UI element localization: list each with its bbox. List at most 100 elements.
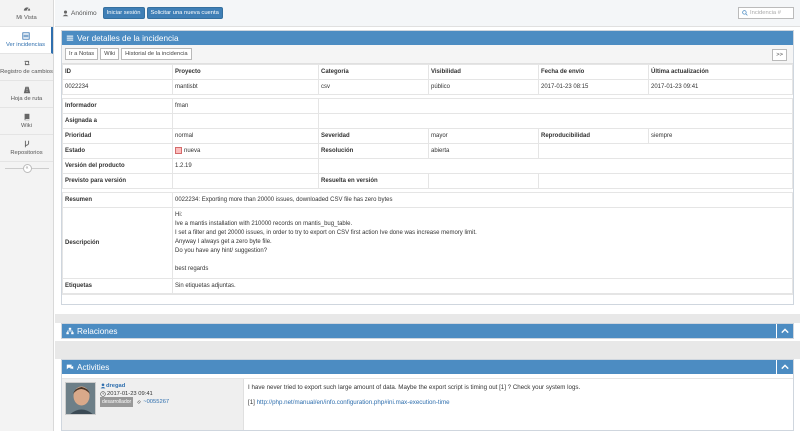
- note-permalink[interactable]: ~0055267: [143, 398, 169, 406]
- description-line: Anyway I always get a zero byte file.: [175, 239, 272, 245]
- signup-button[interactable]: Solicitar una nueva cuenta: [146, 7, 223, 19]
- description-value: Hi: Ive a mantis installation with 21000…: [172, 207, 793, 279]
- activity-note: dregad 2017-01-23 09:41 desarrollador ~0…: [62, 378, 793, 430]
- resolution-label: Resolución: [318, 143, 429, 159]
- empty-cell: [538, 173, 793, 189]
- sidebar-item-label: Ver incidencias: [6, 42, 45, 48]
- collapse-toggle[interactable]: [776, 360, 793, 374]
- issue-search-input[interactable]: Incidencia #: [738, 7, 794, 19]
- widget-title: Activities: [77, 362, 110, 372]
- description-line: I set a filter and get 20000 issues, in …: [175, 230, 477, 236]
- note-author[interactable]: dregad: [100, 382, 169, 390]
- target-version-value: [172, 173, 319, 189]
- login-button[interactable]: Iniciar sesión: [102, 7, 145, 19]
- description-line: Do you have any hint/ suggestion?: [175, 248, 268, 254]
- next-issue-button[interactable]: >>: [772, 49, 787, 61]
- resolution-value: abierta: [428, 143, 539, 159]
- sidebar-item-label: Mi Vista: [16, 15, 37, 21]
- goto-notes-button[interactable]: Ir a Notas: [65, 48, 99, 60]
- issue-history-button[interactable]: Historial de la incidencia: [121, 48, 192, 60]
- col-category: Categoría: [318, 64, 429, 80]
- note-role-line: desarrollador ~0055267: [100, 397, 169, 407]
- details-footer: [62, 294, 793, 304]
- status-color-box: [175, 147, 182, 155]
- widget-toolbar: Ir a Notas Wiki Historial de la incidenc…: [62, 45, 793, 64]
- reproducibility-value: siempre: [648, 128, 793, 144]
- product-version-value: 1.2.19: [172, 158, 319, 174]
- status-value: nueva: [172, 143, 319, 159]
- chevron-up-icon: [781, 364, 789, 370]
- description-line: best regards: [175, 266, 209, 272]
- widget-title: Relaciones: [77, 326, 118, 336]
- target-version-label: Previsto para versión: [62, 173, 173, 189]
- issue-details-table: ID Proyecto Categoría Visibilidad Fecha …: [62, 64, 793, 294]
- issue-submitted: 2017-01-23 08:15: [538, 79, 649, 95]
- avatar[interactable]: [65, 382, 96, 415]
- code-fork-icon: [24, 140, 29, 148]
- sidebar-item-wiki[interactable]: Wiki: [0, 108, 53, 135]
- road-icon: [23, 86, 30, 94]
- fixed-version-label: Resuelta en versión: [318, 173, 429, 189]
- double-angle-left-icon: «: [22, 163, 32, 173]
- note-reference: [1] http://php.net/manual/en/info.config…: [248, 399, 789, 414]
- link-icon: [137, 399, 142, 405]
- status-row: Estado nueva Resolución abierta: [62, 143, 793, 159]
- sidebar-collapse-toggle[interactable]: «: [0, 162, 53, 174]
- user-info: Anónimo: [62, 10, 97, 17]
- priority-row: Prioridad normal Severidad mayor Reprodu…: [62, 128, 793, 144]
- tags-label: Etiquetas: [62, 278, 173, 294]
- issue-visibility: público: [428, 79, 539, 95]
- widget-header[interactable]: Activities: [62, 360, 793, 374]
- book-icon: [24, 113, 29, 121]
- sidebar-item-label: Repositorios: [10, 150, 43, 156]
- issue-project: mantisbt: [172, 79, 319, 95]
- severity-label: Severidad: [318, 128, 429, 144]
- widget-header[interactable]: Relaciones: [62, 324, 793, 338]
- empty-cell: [318, 158, 793, 174]
- sitemap-icon: [66, 327, 74, 335]
- note-content: I have never tried to export such large …: [244, 379, 793, 430]
- status-text: nueva: [184, 148, 201, 155]
- reporter-row: Informador fman: [62, 98, 793, 114]
- widget-title: Ver detalles de la incidencia: [77, 33, 179, 43]
- comments-icon: [66, 364, 74, 370]
- summary-label: Resumen: [62, 192, 173, 208]
- empty-cell: [318, 113, 793, 129]
- widget-header: Ver detalles de la incidencia: [62, 31, 793, 45]
- activities-widget: Activities dregad 2017-01-23 09:41 desar…: [61, 359, 794, 431]
- values-row: 0022234 mantisbt csv público 2017-01-23 …: [62, 79, 793, 95]
- description-padding: [175, 274, 790, 278]
- empty-cell: [318, 98, 793, 114]
- sidebar-item-repositories[interactable]: Repositorios: [0, 135, 53, 162]
- description-label: Descripción: [62, 207, 173, 279]
- reference-link[interactable]: http://php.net/manual/en/info.configurat…: [257, 399, 450, 406]
- sidebar-item-my-view[interactable]: Mi Vista: [0, 0, 53, 27]
- section-gap: [55, 341, 800, 359]
- sidebar-item-changelog[interactable]: Registro de cambios: [0, 54, 53, 81]
- priority-value: normal: [172, 128, 319, 144]
- section-gap: [55, 314, 800, 323]
- target-version-row: Previsto para versión Resuelta en versió…: [62, 173, 793, 189]
- product-version-label: Versión del producto: [62, 158, 173, 174]
- assigned-label: Asignada a: [62, 113, 173, 129]
- summary-row: Resumen 0022234: Exporting more than 200…: [62, 192, 793, 208]
- chevron-up-icon: [781, 328, 789, 334]
- sidebar-item-roadmap[interactable]: Hoja de ruta: [0, 81, 53, 108]
- status-label: Estado: [62, 143, 173, 159]
- collapse-toggle[interactable]: [776, 324, 793, 338]
- wiki-button[interactable]: Wiki: [100, 48, 120, 60]
- bars-icon: [66, 35, 74, 41]
- reporter-value: fman: [172, 98, 319, 114]
- sidebar-item-view-issues[interactable]: Ver incidencias: [0, 27, 53, 54]
- priority-label: Prioridad: [62, 128, 173, 144]
- sidebar: Mi Vista Ver incidencias Registro de cam…: [0, 0, 54, 431]
- summary-value: 0022234: Exporting more than 20000 issue…: [172, 192, 793, 208]
- issue-details-widget: Ver detalles de la incidencia Ir a Notas…: [61, 30, 794, 305]
- col-id: ID: [62, 64, 173, 80]
- search-placeholder: Incidencia #: [750, 10, 781, 16]
- note-author-panel: dregad 2017-01-23 09:41 desarrollador ~0…: [62, 379, 244, 430]
- reference-prefix: [1]: [248, 399, 257, 406]
- reporter-label: Informador: [62, 98, 173, 114]
- col-submitted: Fecha de envío: [538, 64, 649, 80]
- col-visibility: Visibilidad: [428, 64, 539, 80]
